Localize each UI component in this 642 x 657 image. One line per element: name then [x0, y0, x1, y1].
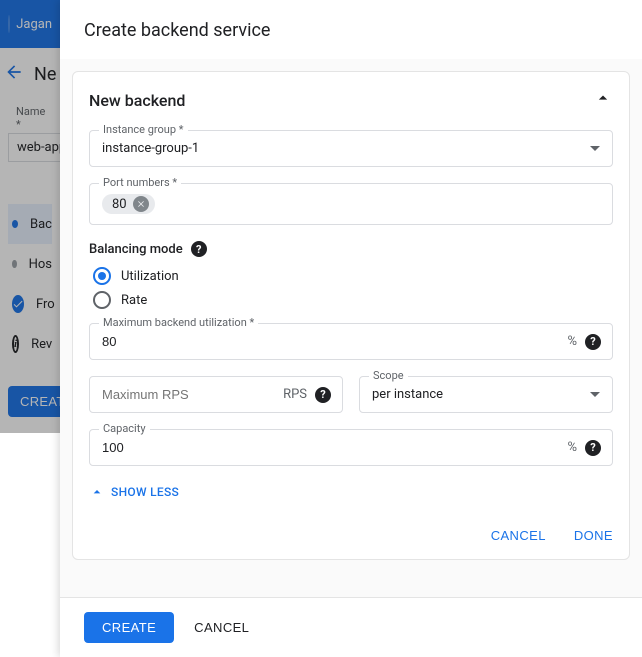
dropdown-caret-icon — [590, 392, 600, 397]
capacity-input[interactable] — [102, 440, 600, 455]
step-label: Bac — [30, 217, 52, 232]
side-panel: Create backend service New backend Insta… — [60, 0, 642, 657]
scope-field[interactable]: Scope per instance — [359, 376, 613, 413]
step-dot-icon — [12, 220, 18, 228]
max-utilization-field[interactable]: Maximum backend utilization * % ? — [89, 323, 613, 360]
name-field-label: Name * — [16, 105, 52, 131]
max-utilization-label: Maximum backend utilization * — [99, 316, 258, 329]
back-arrow-icon[interactable] — [4, 62, 24, 87]
radio-icon — [93, 291, 111, 309]
step-host[interactable]: Hos — [8, 244, 52, 284]
port-numbers-field[interactable]: Port numbers * 80 — [89, 183, 613, 225]
capacity-label: Capacity — [99, 422, 150, 435]
check-circle-icon — [12, 295, 24, 313]
step-label: Hos — [29, 257, 52, 272]
panel-title: Create backend service — [60, 0, 642, 59]
help-icon[interactable]: ? — [315, 387, 331, 403]
balancing-mode-label: Balancing mode ? — [89, 241, 613, 257]
create-button[interactable]: Create — [84, 612, 174, 643]
max-utilization-input[interactable] — [102, 334, 600, 349]
help-icon[interactable]: ? — [585, 440, 601, 456]
help-icon[interactable]: ? — [585, 334, 601, 350]
panel-footer: Create Cancel — [60, 597, 642, 657]
capacity-field[interactable]: Capacity % ? — [89, 429, 613, 466]
step-dot-icon — [12, 260, 17, 268]
radio-label: Utilization — [121, 269, 179, 284]
name-field[interactable]: web-app- — [8, 133, 60, 162]
instance-group-value: instance-group-1 — [102, 141, 199, 156]
sub-cancel-button[interactable]: Cancel — [491, 528, 546, 543]
info-circle-icon: i — [12, 335, 19, 353]
instance-group-field[interactable]: Instance group * instance-group-1 — [89, 130, 613, 167]
radio-label: Rate — [121, 293, 147, 308]
remove-chip-button[interactable] — [133, 196, 149, 212]
user-name: Jagan — [16, 17, 52, 32]
step-backend[interactable]: Bac — [8, 204, 52, 244]
rps-unit: RPS — [283, 387, 307, 402]
cancel-button[interactable]: Cancel — [194, 620, 249, 635]
show-less-label: Show less — [111, 485, 179, 499]
background-page: Jagan Ne Name * web-app- Bac Hos Fro i R… — [0, 0, 60, 657]
bg-create-button[interactable]: Create — [8, 386, 60, 417]
page-heading: Ne — [34, 64, 52, 85]
step-label: Rev — [31, 337, 52, 352]
top-app-bar: Jagan — [0, 0, 60, 48]
scope-value: per instance — [372, 387, 443, 402]
step-review[interactable]: i Rev — [8, 324, 52, 364]
radio-icon — [93, 267, 111, 285]
card-title: New backend — [89, 91, 185, 110]
max-rps-field[interactable]: RPS ? — [89, 376, 343, 413]
product-logo-icon — [8, 15, 10, 33]
step-frontend[interactable]: Fro — [8, 284, 52, 324]
percent-unit: % — [567, 334, 577, 349]
new-backend-card: New backend Instance group * instance-gr… — [72, 71, 630, 560]
help-icon[interactable]: ? — [191, 241, 207, 257]
panel-body: New backend Instance group * instance-gr… — [60, 59, 642, 597]
scope-label: Scope — [369, 369, 408, 382]
balancing-mode-text: Balancing mode — [89, 242, 183, 257]
show-less-toggle[interactable]: Show less — [89, 484, 613, 500]
sub-done-button[interactable]: Done — [574, 528, 613, 543]
name-field-value: web-app- — [17, 140, 60, 155]
port-numbers-label: Port numbers * — [99, 176, 181, 189]
radio-utilization[interactable]: Utilization — [93, 267, 613, 285]
dropdown-caret-icon — [590, 146, 600, 151]
instance-group-label: Instance group * — [99, 123, 188, 136]
port-chip: 80 — [102, 194, 155, 214]
percent-unit: % — [567, 440, 577, 455]
step-label: Fro — [36, 297, 55, 312]
collapse-card-button[interactable] — [593, 88, 613, 112]
port-chip-label: 80 — [112, 197, 127, 212]
radio-rate[interactable]: Rate — [93, 291, 613, 309]
